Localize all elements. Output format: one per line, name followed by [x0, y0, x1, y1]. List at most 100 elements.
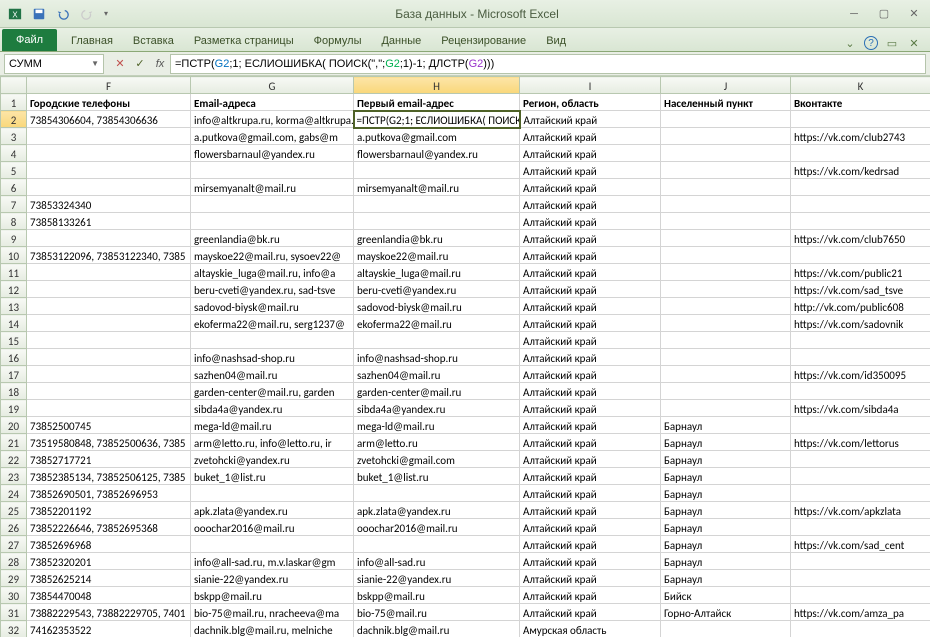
cell-K25[interactable]: https://vk.com/apkzlata: [791, 502, 930, 519]
cell-H21[interactable]: arm@letto.ru: [354, 434, 520, 451]
cell-G18[interactable]: garden-center@mail.ru, garden: [191, 383, 354, 400]
cell-G12[interactable]: beru-cveti@yandex.ru, sad-tsve: [191, 281, 354, 298]
cell-I29[interactable]: Алтайский край: [520, 570, 661, 587]
cell-J22[interactable]: Барнаул: [661, 451, 791, 468]
cell-F5[interactable]: [27, 162, 191, 179]
cell-K16[interactable]: [791, 349, 930, 366]
ribbon-tab-1[interactable]: Вставка: [123, 31, 184, 51]
cell-H19[interactable]: sibda4a@yandex.ru: [354, 400, 520, 417]
cell-J6[interactable]: [661, 179, 791, 196]
cell-G10[interactable]: mayskoe22@mail.ru, sysoev22@: [191, 247, 354, 264]
cell-H15[interactable]: [354, 332, 520, 349]
cell-G16[interactable]: info@nashsad-shop.ru: [191, 349, 354, 366]
cell-K4[interactable]: [791, 145, 930, 162]
cell-K32[interactable]: [791, 621, 930, 637]
cell-J15[interactable]: [661, 332, 791, 349]
cell-J21[interactable]: Барнаул: [661, 434, 791, 451]
spreadsheet-grid[interactable]: FGHIJK 1Городские телефоныEmail-адресаПе…: [0, 76, 930, 637]
cell-H27[interactable]: [354, 536, 520, 553]
row-header-10[interactable]: 10: [1, 247, 27, 264]
cell-H9[interactable]: greenlandia@bk.ru: [354, 230, 520, 247]
cell-J11[interactable]: [661, 264, 791, 281]
cell-G17[interactable]: sazhen04@mail.ru: [191, 366, 354, 383]
cell-I14[interactable]: Алтайский край: [520, 315, 661, 332]
undo-icon[interactable]: [52, 3, 74, 25]
formula-enter-icon[interactable]: ✓: [130, 54, 150, 74]
row-header-1[interactable]: 1: [1, 94, 27, 111]
row-header-12[interactable]: 12: [1, 281, 27, 298]
file-tab[interactable]: Файл: [2, 29, 57, 51]
cell-I20[interactable]: Алтайский край: [520, 417, 661, 434]
cell-I16[interactable]: Алтайский край: [520, 349, 661, 366]
cell-J26[interactable]: Барнаул: [661, 519, 791, 536]
cell-K20[interactable]: [791, 417, 930, 434]
cell-H32[interactable]: dachnik.blg@mail.ru: [354, 621, 520, 637]
cell-G7[interactable]: [191, 196, 354, 213]
cell-J10[interactable]: [661, 247, 791, 264]
cell-H26[interactable]: ooochar2016@mail.ru: [354, 519, 520, 536]
cell-G22[interactable]: zvetohcki@yandex.ru: [191, 451, 354, 468]
formula-input[interactable]: =ПСТР(G2;1; ЕСЛИОШИБКА( ПОИСК(",";G2;1)-…: [170, 54, 926, 74]
cell-F32[interactable]: 74162353522: [27, 621, 191, 637]
cell-H22[interactable]: zvetohcki@gmail.com: [354, 451, 520, 468]
cell-K12[interactable]: https://vk.com/sad_tsve: [791, 281, 930, 298]
cell-K29[interactable]: [791, 570, 930, 587]
ribbon-tab-5[interactable]: Рецензирование: [431, 31, 536, 51]
row-header-26[interactable]: 26: [1, 519, 27, 536]
row-header-13[interactable]: 13: [1, 298, 27, 315]
cell-I10[interactable]: Алтайский край: [520, 247, 661, 264]
cell-I21[interactable]: Алтайский край: [520, 434, 661, 451]
cell-I19[interactable]: Алтайский край: [520, 400, 661, 417]
cell-I18[interactable]: Алтайский край: [520, 383, 661, 400]
cell-I5[interactable]: Алтайский край: [520, 162, 661, 179]
cell-F3[interactable]: [27, 128, 191, 145]
cell-G26[interactable]: ooochar2016@mail.ru: [191, 519, 354, 536]
maximize-icon[interactable]: ▢: [872, 5, 896, 23]
cell-G4[interactable]: flowersbarnaul@yandex.ru: [191, 145, 354, 162]
ribbon-tab-0[interactable]: Главная: [61, 31, 123, 51]
cell-J12[interactable]: [661, 281, 791, 298]
cell-F22[interactable]: 73852717721: [27, 451, 191, 468]
cell-J24[interactable]: Барнаул: [661, 485, 791, 502]
cell-G29[interactable]: sianie-22@yandex.ru: [191, 570, 354, 587]
cell-H17[interactable]: sazhen04@mail.ru: [354, 366, 520, 383]
cell-G6[interactable]: mirsemyanalt@mail.ru: [191, 179, 354, 196]
cell-J9[interactable]: [661, 230, 791, 247]
cell-I1[interactable]: Регион, область: [520, 94, 661, 111]
cell-G31[interactable]: bio-75@mail.ru, nracheeva@ma: [191, 604, 354, 621]
cell-H6[interactable]: mirsemyanalt@mail.ru: [354, 179, 520, 196]
cell-K19[interactable]: https://vk.com/sibda4a: [791, 400, 930, 417]
cell-G1[interactable]: Email-адреса: [191, 94, 354, 111]
cell-K3[interactable]: https://vk.com/club2743: [791, 128, 930, 145]
cell-H14[interactable]: ekoferma22@mail.ru: [354, 315, 520, 332]
cell-G24[interactable]: [191, 485, 354, 502]
cell-I4[interactable]: Алтайский край: [520, 145, 661, 162]
cell-F18[interactable]: [27, 383, 191, 400]
cell-J13[interactable]: [661, 298, 791, 315]
cell-H3[interactable]: a.putkova@gmail.com: [354, 128, 520, 145]
ribbon-tab-2[interactable]: Разметка страницы: [184, 31, 304, 51]
cell-H1[interactable]: Первый email-адрес: [354, 94, 520, 111]
cell-K6[interactable]: [791, 179, 930, 196]
cell-J18[interactable]: [661, 383, 791, 400]
cell-H10[interactable]: mayskoe22@mail.ru: [354, 247, 520, 264]
row-header-25[interactable]: 25: [1, 502, 27, 519]
cell-F31[interactable]: 73882229543, 73882229705, 7401: [27, 604, 191, 621]
cell-K9[interactable]: https://vk.com/club7650: [791, 230, 930, 247]
cell-G28[interactable]: info@all-sad.ru, m.v.laskar@gm: [191, 553, 354, 570]
cell-F6[interactable]: [27, 179, 191, 196]
cell-K31[interactable]: https://vk.com/amza_pa: [791, 604, 930, 621]
cell-F15[interactable]: [27, 332, 191, 349]
cell-F19[interactable]: [27, 400, 191, 417]
row-header-27[interactable]: 27: [1, 536, 27, 553]
cell-K7[interactable]: [791, 196, 930, 213]
cell-F1[interactable]: Городские телефоны: [27, 94, 191, 111]
cell-I6[interactable]: Алтайский край: [520, 179, 661, 196]
row-header-16[interactable]: 16: [1, 349, 27, 366]
cell-K21[interactable]: https://vk.com/lettorus: [791, 434, 930, 451]
cell-J19[interactable]: [661, 400, 791, 417]
cell-F24[interactable]: 73852690501, 73852696953: [27, 485, 191, 502]
fx-icon[interactable]: fx: [150, 54, 170, 74]
cell-H4[interactable]: flowersbarnaul@yandex.ru: [354, 145, 520, 162]
cell-G13[interactable]: sadovod-biysk@mail.ru: [191, 298, 354, 315]
